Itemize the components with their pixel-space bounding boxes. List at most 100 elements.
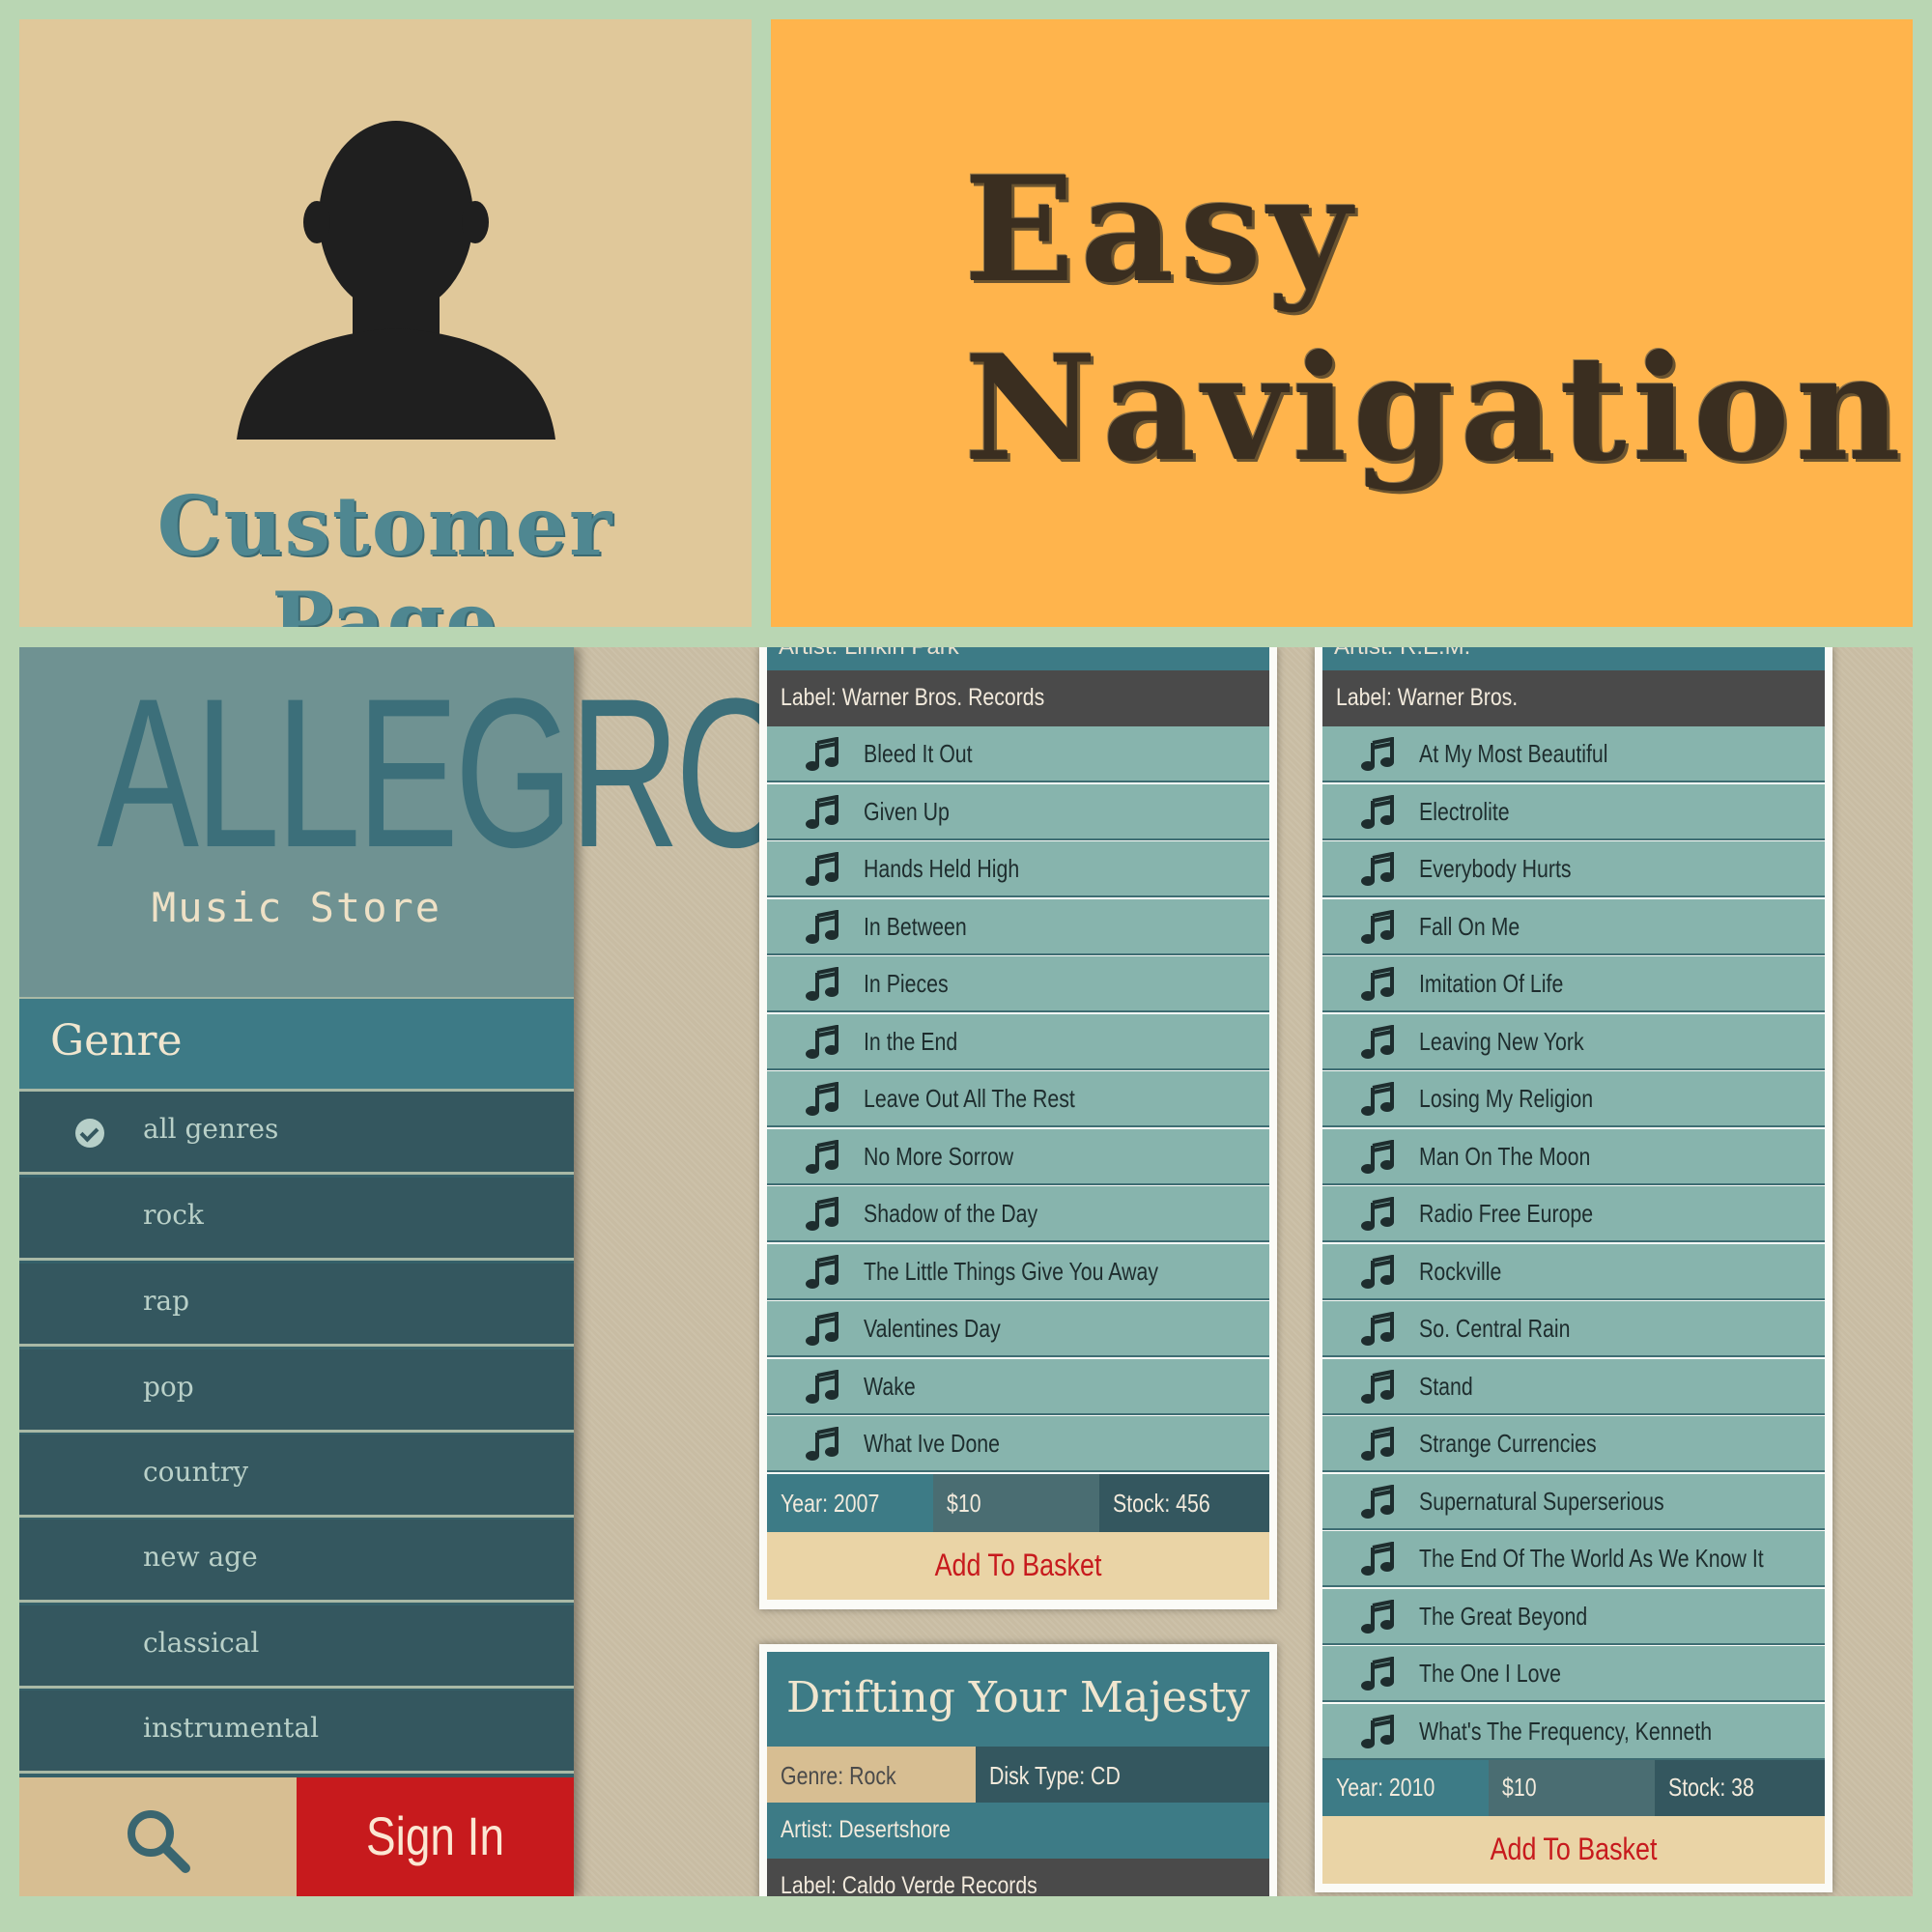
music-note-icon bbox=[806, 1426, 840, 1462]
track-row[interactable]: Rockville bbox=[1322, 1243, 1825, 1300]
track-row[interactable]: In the End bbox=[767, 1013, 1269, 1070]
stock-text: Stock: 38 bbox=[1668, 1773, 1754, 1802]
track-row[interactable]: Losing My Religion bbox=[1322, 1071, 1825, 1127]
track-name: Strange Currencies bbox=[1419, 1429, 1597, 1458]
genre-cell: Genre: Rock bbox=[767, 1747, 976, 1803]
genre-label: rap bbox=[143, 1285, 190, 1317]
track-name: Wake bbox=[864, 1371, 916, 1401]
music-note-icon bbox=[1361, 1484, 1396, 1520]
easy-navigation-line2: Navigation bbox=[964, 324, 1907, 494]
add-to-basket-label: Add To Basket bbox=[1490, 1832, 1658, 1866]
track-row[interactable]: So. Central Rain bbox=[1322, 1301, 1825, 1357]
track-name: Stand bbox=[1419, 1371, 1473, 1401]
track-row[interactable]: Supernatural Superserious bbox=[1322, 1473, 1825, 1530]
track-row[interactable]: Imitation Of Life bbox=[1322, 956, 1825, 1012]
genre-item-rap[interactable]: rap bbox=[19, 1264, 574, 1347]
artist-strip: Artist: R.E.M. bbox=[1322, 647, 1825, 670]
track-row[interactable]: Stand bbox=[1322, 1358, 1825, 1415]
track-row[interactable]: Leave Out All The Rest bbox=[767, 1071, 1269, 1127]
music-note-icon bbox=[1361, 736, 1396, 772]
sign-in-label: Sign In bbox=[366, 1805, 504, 1866]
track-row[interactable]: Given Up bbox=[767, 783, 1269, 840]
genre-item-all-genres[interactable]: all genres bbox=[19, 1092, 574, 1175]
track-name: In the End bbox=[864, 1026, 958, 1056]
track-name: The One I Love bbox=[1419, 1659, 1561, 1688]
label-text: Label: Warner Bros. bbox=[1336, 684, 1519, 711]
album-title-bar: Drifting Your Majesty bbox=[767, 1652, 1269, 1747]
track-row[interactable]: Man On The Moon bbox=[1322, 1128, 1825, 1185]
music-note-icon bbox=[1361, 1426, 1396, 1462]
genre-item-new-age[interactable]: new age bbox=[19, 1520, 574, 1603]
track-row[interactable]: No More Sorrow bbox=[767, 1128, 1269, 1185]
track-row[interactable]: What Ive Done bbox=[767, 1416, 1269, 1472]
album-card: Drifting Your Majesty Genre: Rock Disk T… bbox=[759, 1644, 1277, 1896]
music-note-icon bbox=[806, 1311, 840, 1347]
album-card: Artist: Linkin Park Label: Warner Bros. … bbox=[759, 647, 1277, 1609]
track-row[interactable]: Shadow of the Day bbox=[767, 1186, 1269, 1242]
disk-type-text: Disk Type: CD bbox=[989, 1761, 1121, 1790]
music-note-icon bbox=[806, 966, 840, 1002]
music-note-icon bbox=[806, 851, 840, 887]
store-logo: ALLEGRO Music Store bbox=[19, 647, 795, 999]
track-row[interactable]: Electrolite bbox=[1322, 783, 1825, 840]
music-note-icon bbox=[806, 1081, 840, 1117]
music-note-icon bbox=[1361, 794, 1396, 830]
genre-header: Genre bbox=[19, 999, 574, 1092]
track-row[interactable]: In Pieces bbox=[767, 956, 1269, 1012]
track-name: Man On The Moon bbox=[1419, 1141, 1591, 1171]
sign-in-button[interactable]: Sign In bbox=[297, 1777, 574, 1896]
album-meta-row: Year: 2007 $10 Stock: 456 bbox=[767, 1474, 1269, 1532]
search-button[interactable] bbox=[19, 1777, 297, 1896]
album-card-body: Artist: Linkin Park Label: Warner Bros. … bbox=[767, 647, 1269, 1602]
track-row[interactable]: Leaving New York bbox=[1322, 1013, 1825, 1070]
label-text: Label: Warner Bros. Records bbox=[781, 684, 1045, 711]
music-note-icon bbox=[1361, 1656, 1396, 1691]
genre-item-classical[interactable]: classical bbox=[19, 1605, 574, 1689]
music-note-icon bbox=[1361, 1024, 1396, 1060]
track-row[interactable]: Radio Free Europe bbox=[1322, 1186, 1825, 1242]
track-row[interactable]: What's The Frequency, Kenneth bbox=[1322, 1703, 1825, 1760]
artist-text: Artist: Linkin Park bbox=[779, 647, 959, 661]
track-row[interactable]: Bleed It Out bbox=[767, 726, 1269, 782]
track-row[interactable]: Fall On Me bbox=[1322, 898, 1825, 955]
brand-subtitle: Music Store bbox=[151, 884, 442, 931]
album-card: Artist: R.E.M. Label: Warner Bros. Year:… bbox=[1315, 647, 1833, 1892]
year-cell: Year: 2007 bbox=[767, 1474, 933, 1532]
track-row[interactable]: Valentines Day bbox=[767, 1301, 1269, 1357]
track-row[interactable]: Wake bbox=[767, 1358, 1269, 1415]
track-row[interactable]: In Between bbox=[767, 898, 1269, 955]
track-name: The End Of The World As We Know It bbox=[1419, 1544, 1764, 1573]
music-note-icon bbox=[1361, 1541, 1396, 1577]
year-text: Year: 2007 bbox=[781, 1489, 880, 1518]
track-name: In Between bbox=[864, 911, 967, 941]
track-name: Rockville bbox=[1419, 1256, 1502, 1286]
genre-label: pop bbox=[143, 1371, 194, 1403]
track-row[interactable]: The End Of The World As We Know It bbox=[1322, 1531, 1825, 1587]
genre-label: country bbox=[143, 1456, 249, 1488]
track-row[interactable]: Everybody Hurts bbox=[1322, 841, 1825, 897]
track-row[interactable]: The Little Things Give You Away bbox=[767, 1243, 1269, 1300]
track-row[interactable]: The One I Love bbox=[1322, 1646, 1825, 1702]
track-name: What Ive Done bbox=[864, 1429, 1001, 1458]
genre-label: rock bbox=[143, 1199, 204, 1231]
genre-item-pop[interactable]: pop bbox=[19, 1350, 574, 1433]
track-row[interactable]: At My Most Beautiful bbox=[1322, 726, 1825, 782]
track-name: Losing My Religion bbox=[1419, 1084, 1594, 1113]
check-circle-icon bbox=[75, 1119, 104, 1148]
store-app-screenshot: ALLEGRO Music Store Genre all genres roc… bbox=[19, 647, 1913, 1896]
genre-item-instrumental[interactable]: instrumental bbox=[19, 1690, 574, 1774]
track-name: Imitation Of Life bbox=[1419, 969, 1564, 998]
track-row[interactable]: The Great Beyond bbox=[1322, 1588, 1825, 1645]
music-note-icon bbox=[1361, 1081, 1396, 1117]
genre-item-country[interactable]: country bbox=[19, 1435, 574, 1518]
music-note-icon bbox=[806, 1196, 840, 1232]
track-row[interactable]: Strange Currencies bbox=[1322, 1416, 1825, 1472]
brand-name: ALLEGRO bbox=[97, 654, 794, 892]
price-text: $10 bbox=[947, 1489, 981, 1518]
track-row[interactable]: Hands Held High bbox=[767, 841, 1269, 897]
add-to-basket-label: Add To Basket bbox=[934, 1548, 1102, 1582]
add-to-basket-button[interactable]: Add To Basket bbox=[1322, 1816, 1825, 1884]
track-name: Supernatural Superserious bbox=[1419, 1486, 1664, 1516]
add-to-basket-button[interactable]: Add To Basket bbox=[767, 1532, 1269, 1600]
genre-item-rock[interactable]: rock bbox=[19, 1178, 574, 1261]
